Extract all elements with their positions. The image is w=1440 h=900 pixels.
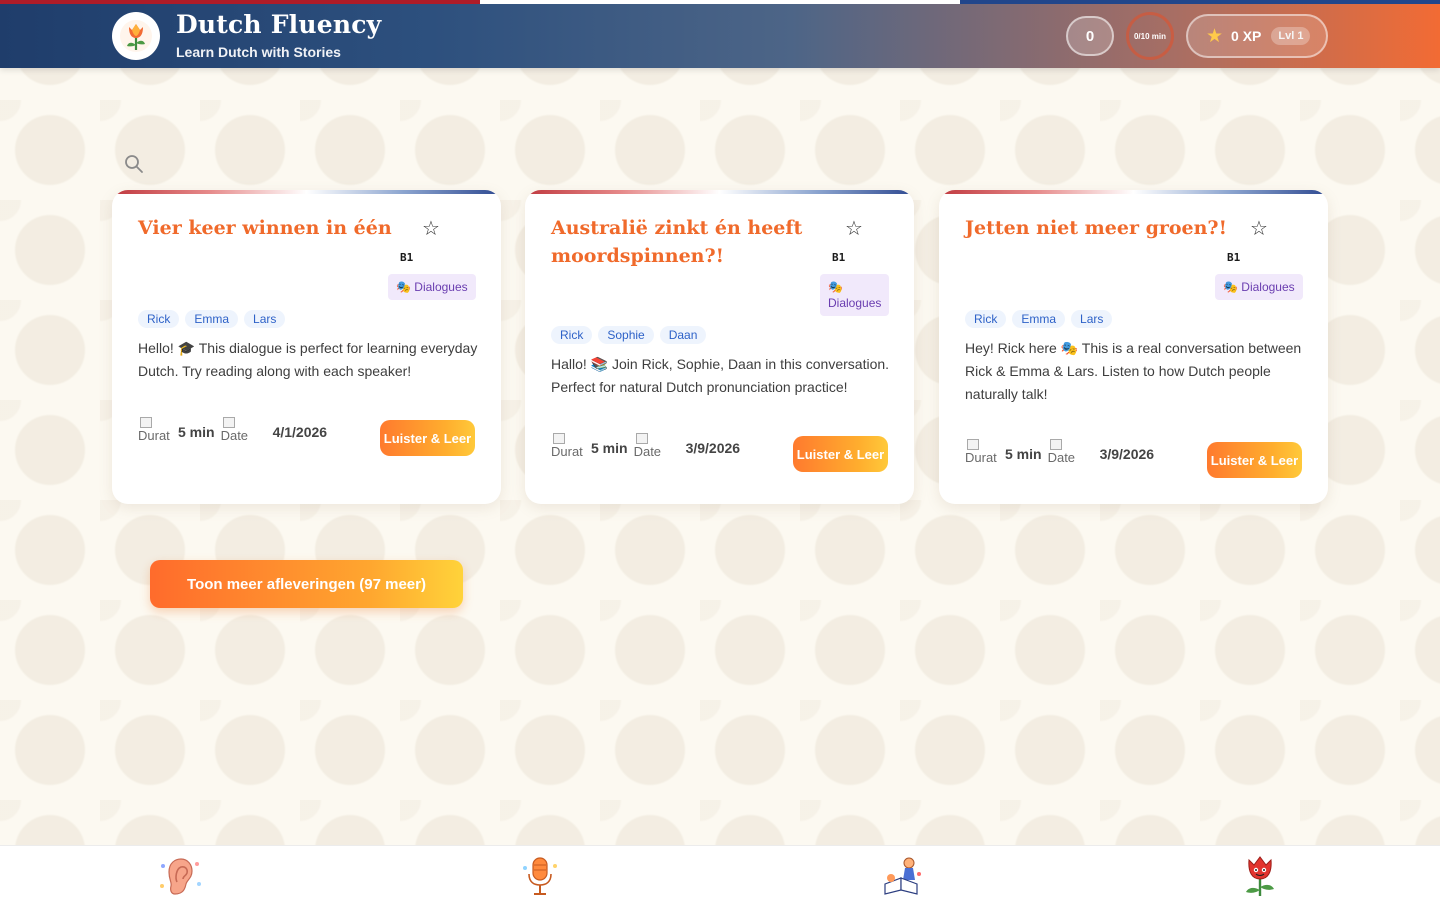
date-value: 4/1/2026 — [272, 424, 328, 440]
speaker-chips: Rick Emma Lars — [138, 310, 286, 328]
duration-icon: Durat — [965, 438, 999, 466]
speaker-chip: Lars — [244, 310, 286, 328]
episode-card[interactable]: Australië zinkt én heeft moordspinnen?! … — [525, 190, 914, 504]
duration-icon: Durat — [551, 432, 585, 460]
tulip-character-icon[interactable] — [1236, 853, 1284, 899]
listen-learn-button[interactable]: Luister & Leer — [380, 420, 475, 456]
star-outline-icon[interactable]: ☆ — [1250, 216, 1268, 241]
episode-card[interactable]: Vier keer winnen in één ☆ B1 🎭 Dialogues… — [112, 190, 501, 504]
star-icon: ★ — [1206, 25, 1224, 47]
speaker-chip: Rick — [551, 326, 593, 344]
speaker-chip: Emma — [1012, 310, 1066, 328]
level-label: B1 — [1227, 251, 1241, 264]
timer-label: 0/10 min — [1133, 31, 1166, 41]
episode-meta: Durat 5 min Date 3/9/2026 — [551, 432, 740, 460]
app-subtitle: Learn Dutch with Stories — [176, 44, 341, 60]
date-icon: Date — [1048, 438, 1082, 466]
category-badge: 🎭 Dialogues — [388, 274, 476, 300]
level-label: B1 — [400, 251, 414, 264]
card-flag-bar — [525, 190, 914, 194]
speaker-chip: Rick — [965, 310, 1007, 328]
app-header: Dutch Fluency Learn Dutch with Stories 0… — [0, 0, 1440, 68]
episode-title[interactable]: Vier keer winnen in één — [138, 214, 398, 242]
speaker-chip: Emma — [185, 310, 239, 328]
xp-value: 0 XP — [1231, 28, 1262, 44]
star-outline-icon[interactable]: ☆ — [845, 216, 863, 241]
flag-stripe — [0, 0, 1440, 4]
episode-description: Hey! Rick here 🎭 This is a real conversa… — [965, 340, 1302, 402]
level-label: B1 — [832, 251, 846, 264]
show-more-button[interactable]: Toon meer afleveringen (97 meer) — [150, 560, 463, 608]
date-value: 3/9/2026 — [1099, 446, 1155, 462]
reading-person-icon[interactable] — [878, 853, 926, 899]
app-title: Dutch Fluency — [176, 10, 382, 39]
speaker-chip: Sophie — [598, 326, 654, 344]
flag-blue-band — [960, 0, 1440, 4]
duration-value: 5 min — [1005, 446, 1042, 462]
card-flag-bar — [112, 190, 501, 194]
duration-value: 5 min — [591, 440, 628, 456]
star-outline-icon[interactable]: ☆ — [422, 216, 440, 241]
flag-red-band — [0, 0, 480, 4]
date-icon: Date — [221, 416, 255, 444]
level-badge: Lvl 1 — [1271, 27, 1311, 45]
duration-icon: Durat — [138, 416, 172, 444]
microphone-icon[interactable] — [516, 853, 564, 899]
category-badge: 🎭 Dialogues — [820, 274, 889, 316]
speaker-chip: Rick — [138, 310, 180, 328]
duration-value: 5 min — [178, 424, 215, 440]
search-icon[interactable] — [124, 154, 144, 174]
episode-description: Hello! 🎓 This dialogue is perfect for le… — [138, 340, 478, 379]
bottom-navigation — [0, 845, 1440, 900]
episode-card[interactable]: Jetten niet meer groen?! ☆ B1 🎭 Dialogue… — [939, 190, 1328, 504]
listen-learn-button[interactable]: Luister & Leer — [793, 436, 888, 472]
date-icon: Date — [634, 432, 668, 460]
tulip-icon[interactable] — [112, 12, 160, 60]
episode-description: Hallo! 📚 Join Rick, Sophie, Daan in this… — [551, 356, 890, 395]
episode-meta: Durat 5 min Date 4/1/2026 — [138, 416, 327, 444]
listen-learn-button[interactable]: Luister & Leer — [1207, 442, 1302, 478]
ear-icon[interactable] — [156, 853, 204, 899]
category-badge: 🎭 Dialogues — [1215, 274, 1303, 300]
episode-meta: Durat 5 min Date 3/9/2026 — [965, 438, 1154, 466]
flag-white-band — [480, 0, 960, 4]
episode-title[interactable]: Australië zinkt én heeft moordspinnen?! — [551, 214, 811, 270]
daily-timer[interactable]: 0/10 min — [1126, 12, 1174, 60]
speaker-chip: Daan — [659, 326, 707, 344]
speaker-chips: Rick Sophie Daan — [551, 326, 707, 344]
speaker-chips: Rick Emma Lars — [965, 310, 1113, 328]
date-value: 3/9/2026 — [685, 440, 741, 456]
xp-badge[interactable]: ★ 0 XP Lvl 1 — [1186, 14, 1328, 58]
streak-counter[interactable]: 0 — [1066, 16, 1114, 56]
card-flag-bar — [939, 190, 1328, 194]
episode-title[interactable]: Jetten niet meer groen?! — [965, 214, 1235, 242]
speaker-chip: Lars — [1071, 310, 1113, 328]
